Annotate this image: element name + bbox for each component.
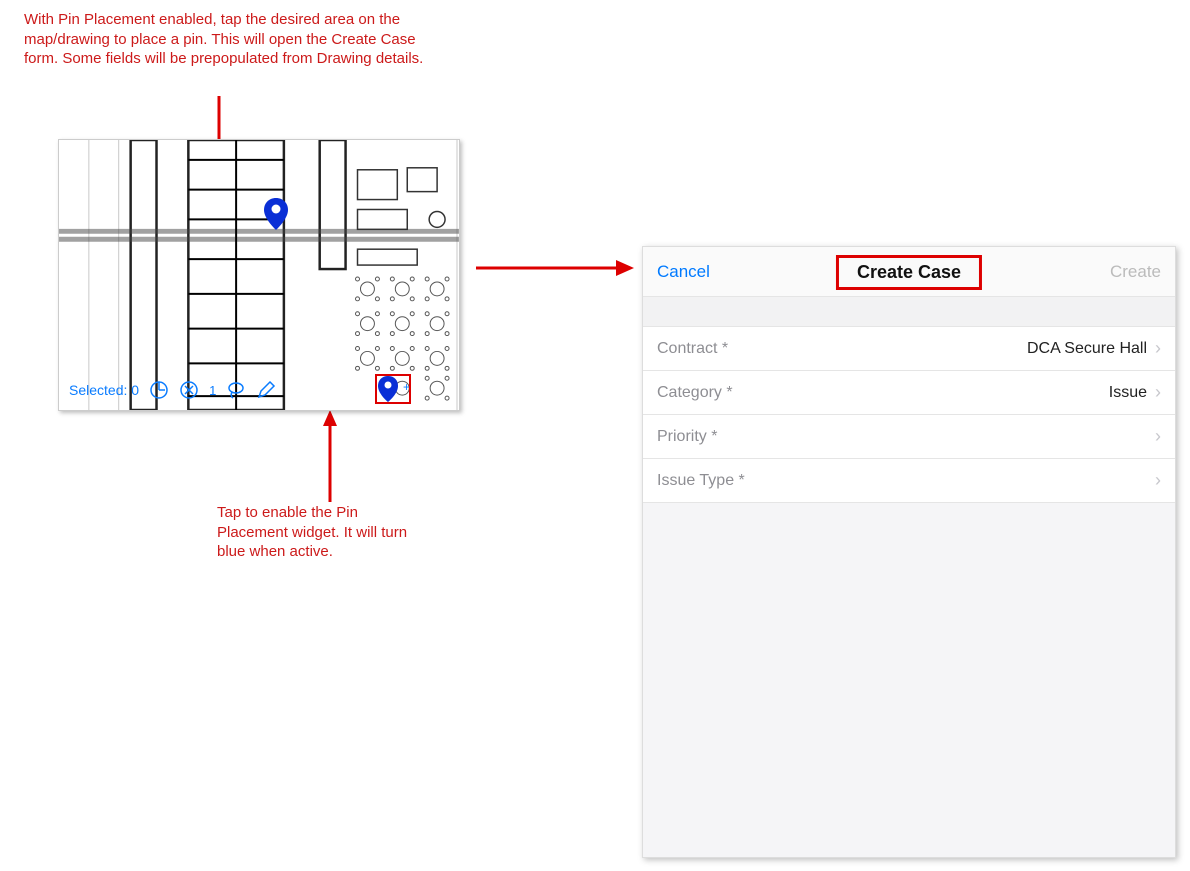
arc-icon[interactable] [149,380,169,400]
row-value-text: DCA Secure Hall [1027,340,1147,358]
circle-x-icon[interactable] [179,380,199,400]
row-value-text: Issue [1109,384,1147,402]
highlight-box-title: Create Case [836,255,982,290]
form-header: Cancel Create Case Create [643,247,1175,297]
placed-pin-icon[interactable] [264,198,288,230]
create-button[interactable]: Create [1110,262,1161,282]
row-label: Priority * [657,428,717,446]
row-value: DCA Secure Hall › [1027,338,1161,359]
row-value: › [1147,470,1161,491]
cancel-button[interactable]: Cancel [657,262,710,282]
row-value: Issue › [1109,382,1161,403]
pin-placement-widget[interactable] [377,376,399,402]
pencil-icon[interactable] [256,380,276,400]
row-label: Contract * [657,340,728,358]
floorplan-canvas[interactable] [59,140,459,410]
selected-count-label: Selected: 0 [69,382,139,398]
toolbar-count: 1 [209,383,216,398]
row-value: › [1147,426,1161,447]
arrow-right-to-form [476,256,636,280]
chevron-right-icon: › [1155,338,1161,359]
chevron-right-icon: › [1155,426,1161,447]
row-label: Category * [657,384,733,402]
row-priority[interactable]: Priority * › [643,415,1175,459]
annotation-top: With Pin Placement enabled, tap the desi… [24,10,434,69]
form-rows: Contract * DCA Secure Hall › Category * … [643,327,1175,503]
form-title: Create Case [857,262,961,282]
form-spacer [643,297,1175,327]
arrow-up-to-widget [320,410,340,502]
map-drawing-panel: Selected: 0 1 + [58,139,460,411]
chevron-right-icon: › [1155,382,1161,403]
create-case-form: Cancel Create Case Create Contract * DCA… [642,246,1176,858]
row-category[interactable]: Category * Issue › [643,371,1175,415]
lasso-icon[interactable] [226,380,246,400]
chevron-right-icon: › [1155,470,1161,491]
row-issue-type[interactable]: Issue Type * › [643,459,1175,503]
row-label: Issue Type * [657,472,745,490]
row-contract[interactable]: Contract * DCA Secure Hall › [643,327,1175,371]
annotation-bottom: Tap to enable the Pin Placement widget. … [217,503,417,562]
map-toolbar: Selected: 0 1 [69,380,276,400]
pin-plus-indicator: + [403,380,410,394]
